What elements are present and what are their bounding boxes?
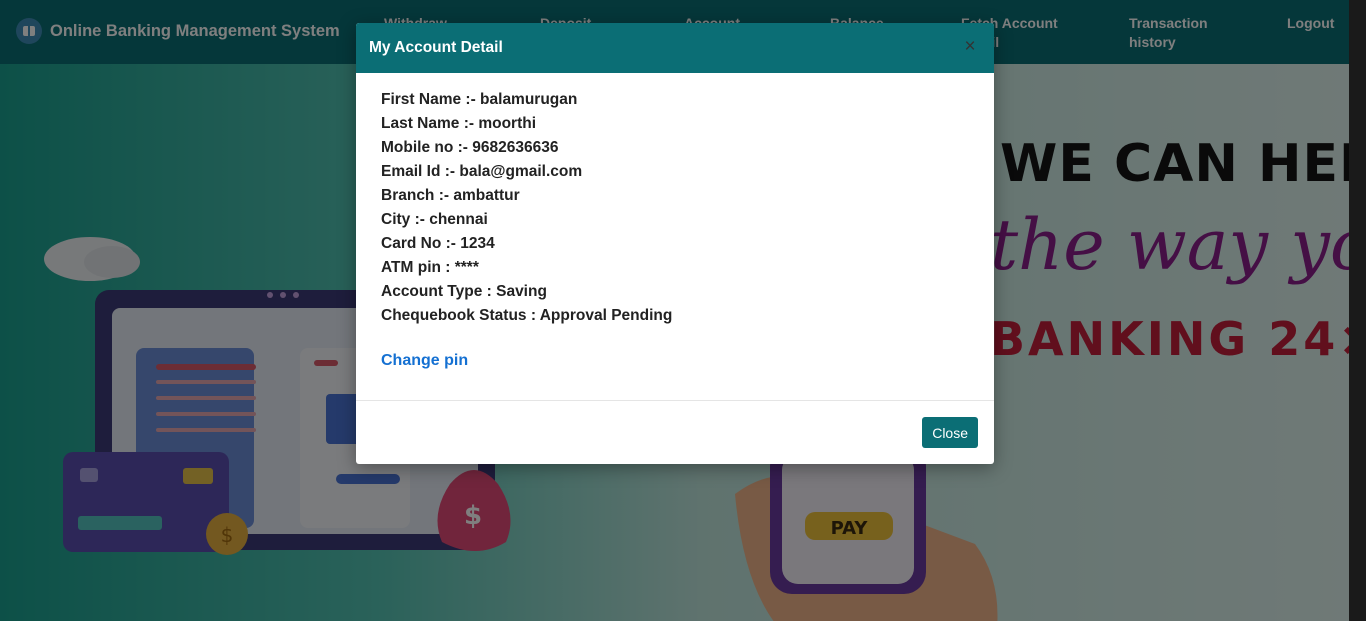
modal-header: My Account Detail × [356,23,994,73]
detail-last-name: Last Name :- moorthi [381,115,537,132]
detail-card-no: Card No :- 1234 [381,235,495,252]
detail-mobile: Mobile no :- 9682636636 [381,139,559,156]
modal-body: First Name :- balamurugan Last Name :- m… [381,88,971,328]
close-button[interactable]: Close [922,417,978,448]
detail-city: City :- chennai [381,211,488,228]
detail-branch: Branch :- ambattur [381,187,520,204]
detail-account-type: Account Type : Saving [381,283,547,300]
account-detail-modal: My Account Detail × First Name :- balamu… [356,23,994,464]
page-scrollbar[interactable] [1349,0,1366,621]
detail-first-name: First Name :- balamurugan [381,91,578,108]
detail-atm-pin: ATM pin : **** [381,259,479,276]
detail-email: Email Id :- bala@gmail.com [381,163,583,180]
modal-footer: Close [356,400,994,464]
close-icon[interactable]: × [960,36,980,58]
modal-title: My Account Detail [369,39,503,56]
detail-chequebook-status: Chequebook Status : Approval Pending [381,307,673,324]
change-pin-link[interactable]: Change pin [381,352,468,370]
